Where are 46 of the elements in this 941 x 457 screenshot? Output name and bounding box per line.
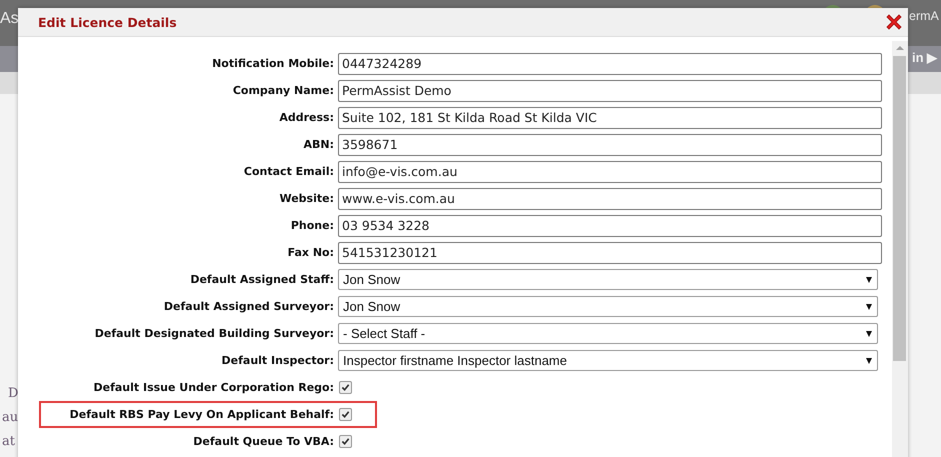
text-field[interactable]: PermAssist Demo [338,80,882,102]
field-label: Default Designated Building Surveyor: [94,327,335,340]
scrollbar[interactable] [892,41,908,457]
side-label: D [8,385,18,403]
field-label: Default Queue To VBA: [192,435,335,448]
checkbox[interactable] [339,381,352,394]
field-label: Address: [278,111,335,124]
caret-icon [866,358,872,364]
field-label: Phone: [290,219,335,232]
field-label: Fax No: [286,246,335,259]
caret-icon [866,304,872,310]
field-label: Default Inspector: [220,354,335,367]
user-name[interactable]: ermA [909,9,939,23]
text-field[interactable]: 3598671 [338,134,882,156]
text-field[interactable]: 03 9534 3228 [338,214,882,236]
side-label: au [2,409,18,427]
check-icon [341,437,350,446]
field-label: Default Assigned Staff: [189,273,335,286]
text-field[interactable]: Suite 102, 181 St Kilda Road St Kilda VIC [338,106,882,128]
field-label: Default RBS Pay Levy On Applicant Behalf: [68,408,335,421]
field-label: Company Name: [232,84,335,97]
caret-icon [866,276,872,282]
checkbox[interactable] [339,435,352,448]
text-field[interactable]: 541531230121 [338,242,882,264]
text-field[interactable]: www.e-vis.com.au [338,188,882,210]
dialog-title: Edit Licence Details [38,14,177,30]
field-label: Contact Email: [242,165,335,178]
text-field[interactable]: info@e-vis.com.au [338,160,882,182]
field-label: Notification Mobile: [211,57,335,70]
dropdown[interactable]: - Select Staff - [338,323,878,344]
check-icon [341,383,350,392]
field-label: Website: [278,192,335,205]
checkbox[interactable] [339,408,352,421]
dropdown[interactable]: Jon Snow [338,296,878,317]
dropdown[interactable]: Jon Snow [338,269,878,290]
field-label: ABN: [302,138,335,151]
scroll-thumb[interactable] [893,56,906,361]
field-label: Default Issue Under Corporation Rego: [92,381,335,394]
side-label: at [2,433,16,451]
text-field[interactable]: 0447324289 [338,52,882,74]
dropdown[interactable]: Inspector firstname Inspector lastname [338,350,878,371]
field-label: Default Assigned Surveyor: [162,300,335,313]
close-icon[interactable] [884,12,904,32]
caret-icon [866,330,872,336]
check-icon [341,410,350,419]
app-title: As [0,10,19,28]
